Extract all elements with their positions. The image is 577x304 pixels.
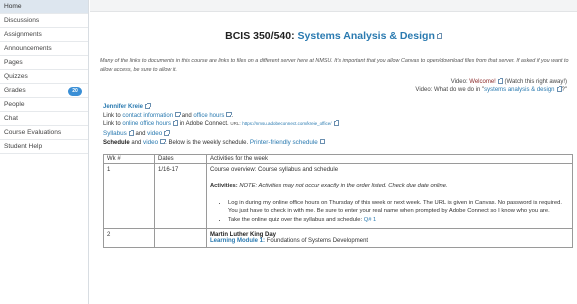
weekly-schedule-note: . Below is the weekly schedule. [165, 139, 249, 146]
external-link-icon [172, 120, 179, 126]
sidebar-item-label: Announcements [4, 45, 52, 52]
and-label: and [181, 112, 192, 119]
sidebar-item-quizzes[interactable]: Quizzes [0, 70, 88, 84]
link-to-label: Link to [103, 121, 121, 127]
list-item: Log in during my online office hours on … [228, 199, 569, 215]
course-code: BCIS 350/540: [225, 30, 295, 42]
office-hours-link[interactable]: office hours [193, 113, 224, 119]
contact-information-link[interactable]: contact information [122, 113, 173, 119]
activities-note: Activities: NOTE: Activities may not occ… [210, 183, 569, 189]
video-prefix-label: Video: [450, 79, 468, 85]
syllabus-section: Syllabus and video Schedule and video. B… [103, 130, 326, 147]
sidebar-item-chat[interactable]: Chat [0, 112, 88, 126]
instructor-section: Jennifer Kreie Link to contact informati… [103, 103, 339, 129]
quote-suffix: ?" [561, 87, 567, 93]
sidebar-item-label: Course Evaluations [4, 129, 62, 136]
column-header-week: Wk # [103, 154, 155, 164]
sidebar-item-label: Pages [4, 59, 23, 66]
learning-module-1-link[interactable]: Learning Module 1: [210, 238, 265, 244]
external-link-icon [556, 86, 563, 92]
external-link-icon [175, 111, 181, 118]
watch-note: (Watch this right away!) [504, 79, 567, 85]
url-label: URL: [230, 121, 241, 126]
external-link-icon [497, 78, 504, 84]
sidebar-item-student-help[interactable]: Student Help [0, 140, 88, 154]
systems-analysis-video-link[interactable]: systems analysis & design [484, 87, 554, 93]
table-row: 2 Martin Luther King Day Learning Module… [103, 228, 573, 248]
welcome-video-line: Video: Welcome! (Watch this right away!) [415, 78, 567, 86]
sidebar-item-label: Discussions [4, 17, 40, 24]
sidebar-item-people[interactable]: People [0, 98, 88, 112]
sidebar-item-discussions[interactable]: Discussions [0, 14, 88, 28]
instructor-name-link[interactable]: Jennifer Kreie [103, 104, 143, 110]
page-title: BCIS 350/540: Systems Analysis & Design [90, 30, 577, 42]
welcome-video-link[interactable]: Welcome! [469, 79, 496, 85]
quiz-instruction: Take the online quiz over the syllabus a… [228, 217, 363, 223]
dates-cell: 1/16-17 [154, 163, 207, 229]
sidebar-item-grades[interactable]: Grades 20 [0, 84, 88, 98]
list-item: Take the online quiz over the syllabus a… [228, 216, 569, 224]
top-strip [90, 0, 577, 12]
external-link-icon [145, 103, 151, 109]
adobe-connect-url-link[interactable]: https://nmsu.adobeconnect.com/kreie_offi… [242, 121, 331, 126]
sidebar-item-assignments[interactable]: Assignments [0, 28, 88, 42]
printer-friendly-schedule-link[interactable]: Printer-friendly schedule [250, 139, 318, 146]
sidebar-item-announcements[interactable]: Announcements [0, 42, 88, 56]
learning-module-line: Learning Module 1: Foundations of System… [210, 238, 569, 244]
adobe-connect-label: in Adobe Connect. [179, 121, 229, 127]
and-label: and [135, 131, 146, 137]
external-link-icon [164, 130, 170, 136]
sidebar-item-home[interactable]: Home [0, 0, 88, 14]
and-label: and [131, 139, 142, 146]
video-prefix-label: Video: What do we do in " [415, 87, 485, 93]
table-row: 1 1/16-17 Course overview: Course syllab… [103, 163, 573, 229]
external-link-icon [128, 130, 135, 136]
link-to-label: Link to [103, 112, 121, 119]
sidebar-item-label: People [4, 101, 25, 108]
activities-list: Log in during my online office hours on … [228, 199, 569, 224]
intro-videos: Video: Welcome! (Watch this right away!)… [415, 78, 567, 94]
column-header-activities: Activities for the week [206, 154, 573, 164]
activities-cell: Course overview: Course syllabus and sch… [206, 163, 573, 229]
weekly-schedule-table: Wk # Dates Activities for the week 1 1/1… [103, 154, 573, 248]
syllabus-link[interactable]: Syllabus [103, 130, 127, 137]
sidebar-item-label: Student Help [4, 143, 43, 150]
sidebar-item-label: Quizzes [4, 73, 28, 80]
online-office-hours-link[interactable]: online office hours [122, 121, 171, 127]
sidebar-item-label: Grades [4, 87, 26, 94]
quiz-1-link[interactable]: Q# 1 [364, 217, 377, 223]
grades-count-badge: 20 [68, 86, 82, 96]
sidebar-item-label: Home [4, 3, 22, 10]
course-nav-sidebar: Home Discussions Assignments Announcemen… [0, 0, 89, 304]
week-cell: 1 [103, 163, 155, 229]
sidebar-item-label: Chat [4, 115, 18, 122]
column-header-dates: Dates [154, 154, 207, 164]
sidebar-item-pages[interactable]: Pages [0, 56, 88, 70]
activities-cell: Martin Luther King Day Learning Module 1… [206, 228, 573, 248]
external-link-icon [333, 120, 339, 126]
syllabus-video-link[interactable]: video [147, 130, 162, 137]
week-cell: 2 [103, 228, 155, 248]
schedule-label: Schedule [103, 139, 130, 146]
dates-cell [154, 228, 207, 248]
course-home-content: BCIS 350/540: Systems Analysis & Design … [90, 0, 577, 304]
external-link-icon [436, 33, 443, 39]
table-header-row: Wk # Dates Activities for the week [103, 154, 573, 164]
schedule-video-link[interactable]: video [143, 139, 158, 146]
external-link-icon [319, 138, 326, 145]
sidebar-item-label: Assignments [4, 31, 42, 38]
sidebar-item-course-evaluations[interactable]: Course Evaluations [0, 126, 88, 140]
what-we-do-video-line: Video: What do we do in "systems analysi… [415, 86, 567, 94]
activities-note-text: NOTE: Activities may not occur exactly i… [239, 183, 448, 189]
activities-label: Activities: [210, 183, 238, 189]
external-link-icon [160, 138, 166, 145]
intro-notice: Many of the links to documents in this c… [100, 58, 569, 73]
course-name-link[interactable]: Systems Analysis & Design [298, 30, 435, 42]
module-topic: Foundations of Systems Development [266, 238, 369, 244]
week-topic: Course overview: Course syllabus and sch… [210, 167, 339, 173]
external-link-icon [226, 111, 232, 118]
